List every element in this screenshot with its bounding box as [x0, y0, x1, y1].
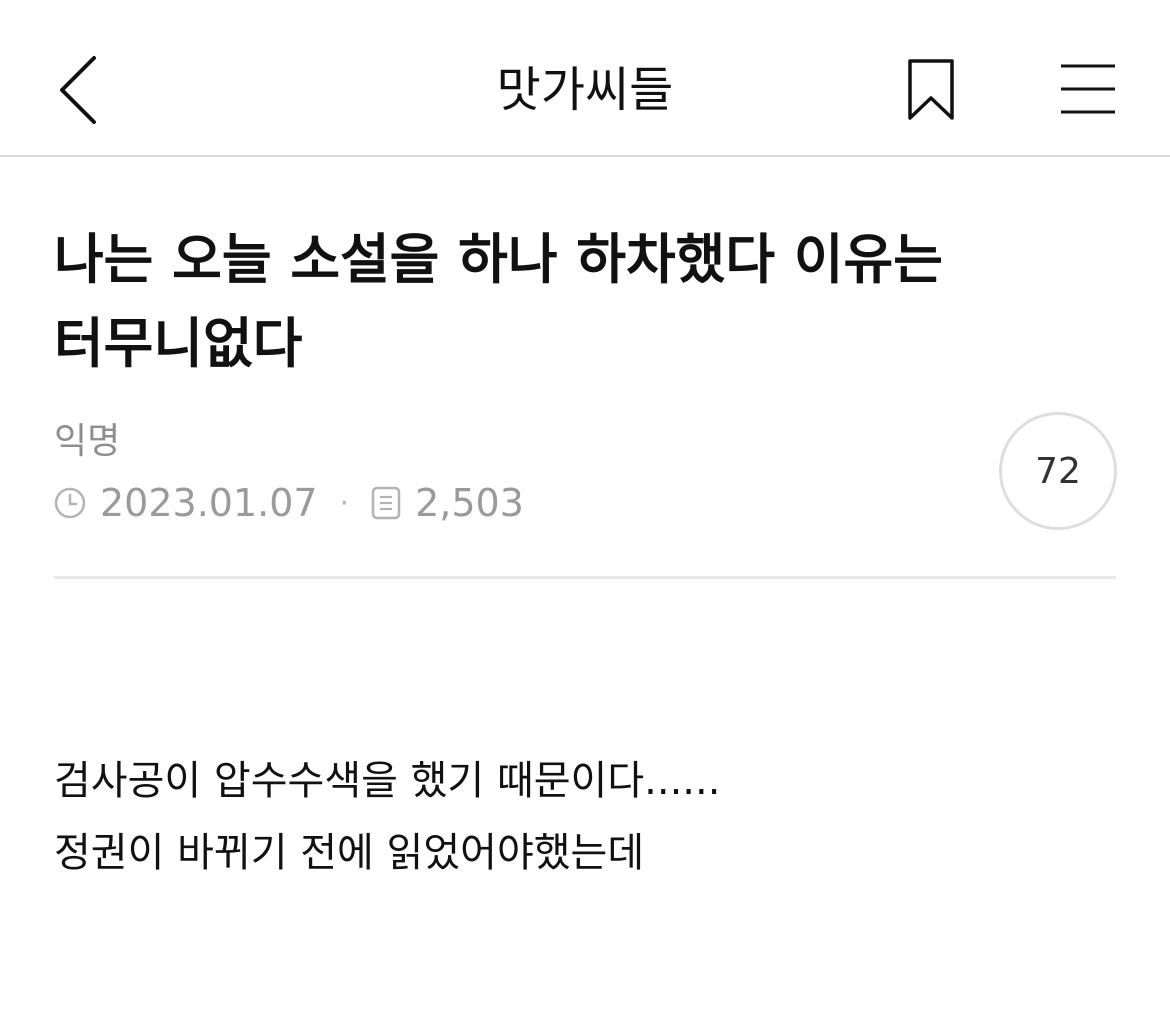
chevron-left-icon: [60, 56, 96, 124]
header-divider: [54, 576, 1116, 579]
top-app-bar: 맛가씨들: [0, 0, 1170, 157]
comment-count: 72: [1035, 450, 1081, 492]
back-button[interactable]: [50, 50, 106, 130]
post-author: 익명: [54, 421, 121, 462]
bookmark-button[interactable]: [900, 52, 962, 128]
board-title: 맛가씨들: [496, 62, 674, 118]
document-icon: [371, 486, 401, 520]
post-date: 2023.01.07: [100, 481, 318, 525]
post-page: 맛가씨들 나는 오늘 소설을 하나 하차했다 이유는 터무니없다 익명 2023…: [0, 0, 1170, 1030]
hamburger-menu-icon: [1061, 64, 1115, 114]
meta-separator: ·: [339, 485, 350, 521]
view-count: 2,503: [415, 481, 524, 525]
menu-button[interactable]: [1052, 56, 1124, 122]
post-body: 검사공이 압수수색을 했기 때문이다...... 정권이 바뀌기 전에 읽었어야…: [54, 745, 1116, 889]
comment-count-button[interactable]: 72: [999, 412, 1117, 530]
clock-icon: [54, 487, 86, 519]
body-line: 정권이 바뀌기 전에 읽었어야했는데: [54, 830, 645, 876]
post-meta: 2023.01.07 · 2,503: [54, 478, 524, 528]
bookmark-icon: [908, 59, 954, 120]
body-line: 검사공이 압수수색을 했기 때문이다......: [54, 758, 721, 804]
post-title: 나는 오늘 소설을 하나 하차했다 이유는 터무니없다: [54, 228, 943, 375]
